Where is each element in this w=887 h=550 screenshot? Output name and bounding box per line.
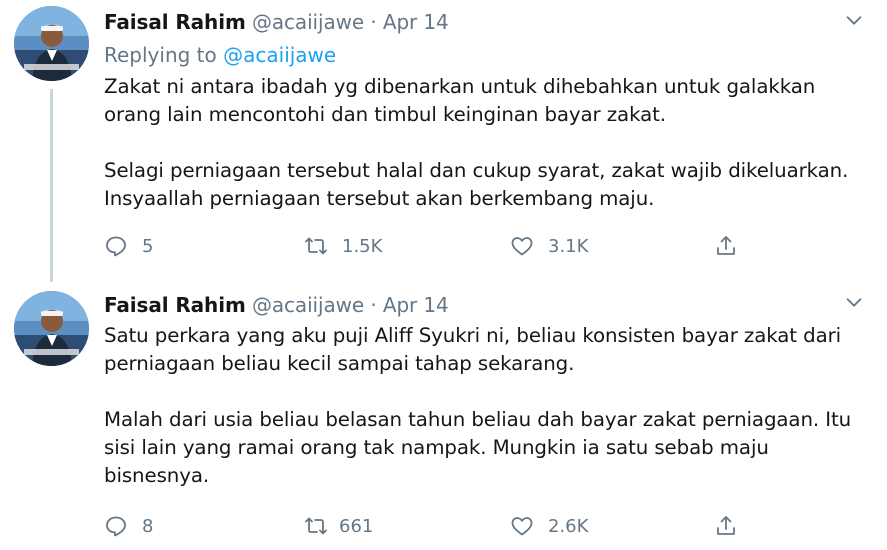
like-button[interactable]: 2.6K <box>510 512 588 540</box>
share-button[interactable] <box>714 512 738 540</box>
tweet-actions: 8 661 2.6K <box>104 512 754 540</box>
tweet-date[interactable]: Apr 14 <box>383 293 449 317</box>
reply-icon <box>104 234 128 258</box>
share-icon <box>714 234 738 258</box>
reply-count: 8 <box>142 515 154 537</box>
tweet-paragraph: Zakat ni antara ibadah yg dibenarkan unt… <box>104 75 816 126</box>
tweet-paragraph: Selagi perniagaan tersebut halal dan cuk… <box>104 159 849 210</box>
chevron-down-icon[interactable] <box>843 9 865 31</box>
user-handle[interactable]: @acaiijawe <box>252 293 364 317</box>
retweet-button[interactable]: 1.5K <box>304 232 382 260</box>
reply-button[interactable]: 5 <box>104 232 153 260</box>
reply-count: 5 <box>142 235 154 257</box>
retweet-count: 661 <box>339 515 374 537</box>
display-name[interactable]: Faisal Rahim <box>104 10 246 34</box>
tweet[interactable]: Faisal Rahim @acaiijawe · Apr 14 Satu pe… <box>0 282 887 550</box>
separator: · <box>370 10 377 34</box>
tweet-text: Zakat ni antara ibadah yg dibenarkan unt… <box>104 73 874 213</box>
retweet-icon <box>304 514 328 538</box>
retweet-count: 1.5K <box>342 235 383 257</box>
display-name[interactable]: Faisal Rahim <box>104 293 246 317</box>
like-button[interactable]: 3.1K <box>510 232 588 260</box>
thread-connector-line <box>50 89 53 282</box>
tweet-header: Faisal Rahim @acaiijawe · Apr 14 <box>104 10 449 34</box>
avatar[interactable] <box>14 291 89 366</box>
avatar[interactable] <box>14 6 89 81</box>
separator: · <box>370 293 377 317</box>
replying-to-label: Replying to <box>104 43 217 67</box>
like-count: 3.1K <box>548 235 589 257</box>
tweet[interactable]: Faisal Rahim @acaiijawe · Apr 14 Replyin… <box>0 0 887 282</box>
reply-button[interactable]: 8 <box>104 512 153 540</box>
tweet-text: Satu perkara yang aku puji Aliff Syukri … <box>104 322 874 490</box>
user-handle[interactable]: @acaiijawe <box>252 10 364 34</box>
share-icon <box>714 514 738 538</box>
retweet-button[interactable]: 661 <box>304 512 373 540</box>
tweet-date[interactable]: Apr 14 <box>383 10 449 34</box>
retweet-icon <box>304 234 328 258</box>
tweet-header: Faisal Rahim @acaiijawe · Apr 14 <box>104 293 449 317</box>
tweet-paragraph: Malah dari usia beliau belasan tahun bel… <box>104 408 852 487</box>
reply-icon <box>104 514 128 538</box>
chevron-down-icon[interactable] <box>843 291 865 313</box>
replying-to-mention[interactable]: @acaiijawe <box>223 43 336 67</box>
tweet-actions: 5 1.5K 3.1K <box>104 232 754 260</box>
replying-to: Replying to @acaiijawe <box>104 43 336 67</box>
like-icon <box>510 514 534 538</box>
tweet-paragraph: Satu perkara yang aku puji Aliff Syukri … <box>104 324 842 375</box>
like-icon <box>510 234 534 258</box>
share-button[interactable] <box>714 232 738 260</box>
like-count: 2.6K <box>548 515 589 537</box>
